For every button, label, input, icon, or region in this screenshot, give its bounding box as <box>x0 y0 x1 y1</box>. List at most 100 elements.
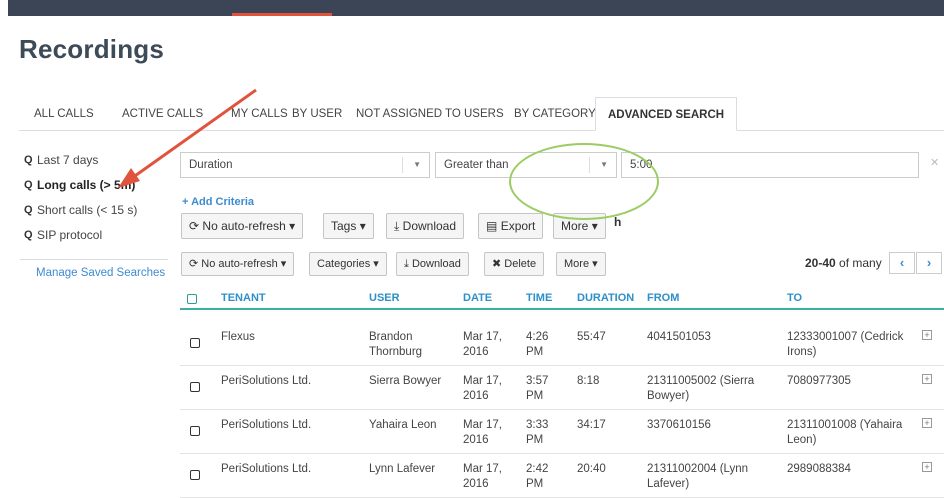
caret-down-icon: ▾ <box>359 219 366 233</box>
row-checkbox[interactable] <box>190 338 200 348</box>
cell-to: 7080977305 <box>787 375 851 387</box>
next-page-button[interactable]: › <box>916 252 942 274</box>
autorefresh-dropdown[interactable]: ⟳ No auto-refresh ▾ <box>181 252 295 276</box>
categories-dropdown[interactable]: Categories ▾ <box>309 252 387 276</box>
cell-to: 12333001007 (Cedrick Irons) <box>787 331 904 358</box>
delete-button[interactable]: ✖ Delete <box>484 252 545 276</box>
table-row[interactable]: PeriSolutions Ltd. Yahaira Leon Mar 17, … <box>180 410 944 454</box>
cell-from: 4041501053 <box>647 331 711 343</box>
row-checkbox[interactable] <box>190 382 200 392</box>
saved-search-label: Long calls (> 5m) <box>37 177 136 192</box>
cell-time: 3:57 PM <box>526 375 549 402</box>
col-tenant[interactable]: TENANT <box>221 292 266 304</box>
table-row[interactable]: PeriSolutions Ltd. Sierra Bowyer Mar 17,… <box>180 366 944 410</box>
cell-date: Mar 17, 2016 <box>463 419 502 446</box>
close-icon: ✖ <box>492 258 502 270</box>
export-button[interactable]: ▤ Export <box>478 213 544 239</box>
cell-duration: 34:17 <box>577 419 606 431</box>
tags-dropdown[interactable]: Tags ▾ <box>323 213 374 239</box>
pagination-of-label: of many <box>839 256 882 270</box>
cell-user: Yahaira Leon <box>369 419 437 431</box>
truncated-text: h <box>614 215 622 229</box>
saved-searches-sidebar: Q Last 7 days Q Long calls (> 5m) Q Shor… <box>24 150 170 250</box>
search-icon: Q <box>24 228 33 241</box>
cell-duration: 20:40 <box>577 463 606 475</box>
criteria-field-select[interactable]: Duration ▼ <box>180 152 430 178</box>
refresh-icon: ⟳ <box>189 258 199 270</box>
tab-advanced-search[interactable]: ADVANCED SEARCH <box>595 97 738 131</box>
cell-date: Mar 17, 2016 <box>463 375 502 402</box>
tab-bar: ALL CALLS ACTIVE CALLS MY CALLS BY USER … <box>19 97 944 131</box>
active-nav-indicator <box>232 13 332 16</box>
add-criteria-link[interactable]: + Add Criteria <box>182 196 254 208</box>
table-row[interactable]: PeriSolutions Ltd. Lynn Lafever Mar 17, … <box>180 454 944 498</box>
chevron-down-icon: ▼ <box>413 160 421 169</box>
saved-search-short-calls[interactable]: Q Short calls (< 15 s) <box>24 200 170 219</box>
cell-time: 3:33 PM <box>526 419 549 446</box>
criteria-operator-value: Greater than <box>444 159 509 171</box>
search-icon: Q <box>24 178 33 191</box>
col-time[interactable]: TIME <box>526 292 552 304</box>
row-checkbox[interactable] <box>190 426 200 436</box>
col-user[interactable]: USER <box>369 292 400 304</box>
tags-label: Tags <box>331 219 357 233</box>
tab-by-category[interactable]: BY CATEGORY <box>514 97 596 131</box>
prev-page-button[interactable]: ‹ <box>889 252 915 274</box>
download-label: Download <box>402 219 457 233</box>
annotation-highlight-ellipse <box>509 143 659 220</box>
categories-label: Categories <box>317 258 371 270</box>
caret-down-icon: ▾ <box>289 219 296 233</box>
saved-search-long-calls[interactable]: Q Long calls (> 5m) <box>24 175 170 194</box>
tab-active-calls[interactable]: ACTIVE CALLS <box>122 97 203 131</box>
cell-tenant: PeriSolutions Ltd. <box>221 463 312 475</box>
chevron-left-icon: ‹ <box>899 255 905 270</box>
download-button[interactable]: ⤓ Download <box>396 252 469 276</box>
pagination-range: 20-40 <box>805 256 836 270</box>
chevron-right-icon: › <box>926 255 932 270</box>
col-to[interactable]: TO <box>787 292 802 304</box>
saved-search-label: Last 7 days <box>37 152 99 167</box>
caret-down-icon: ▾ <box>592 258 598 270</box>
download-icon: ⤓ <box>394 219 400 233</box>
col-duration[interactable]: DURATION <box>577 292 634 304</box>
tab-my-calls[interactable]: MY CALLS <box>231 97 288 131</box>
cell-time: 2:42 PM <box>526 463 549 490</box>
remove-criteria-icon[interactable]: ✕ <box>930 156 939 169</box>
manage-saved-searches-link[interactable]: Manage Saved Searches <box>36 267 165 279</box>
more-label: More <box>564 258 590 270</box>
autorefresh-label: No auto-refresh <box>201 258 278 270</box>
tab-not-assigned[interactable]: NOT ASSIGNED TO USERS <box>356 97 504 131</box>
expand-row-icon[interactable]: + <box>922 374 932 384</box>
expand-row-icon[interactable]: + <box>922 462 932 472</box>
autorefresh-dropdown-upper[interactable]: ⟳ No auto-refresh ▾ <box>181 213 304 239</box>
caret-down-icon: ▾ <box>373 258 379 270</box>
page-title: Recordings <box>19 34 165 64</box>
col-date[interactable]: DATE <box>463 292 492 304</box>
expand-row-icon[interactable]: + <box>922 418 932 428</box>
criteria-value-input[interactable] <box>621 152 919 178</box>
select-all-checkbox[interactable] <box>187 294 197 304</box>
cell-date: Mar 17, 2016 <box>463 331 502 358</box>
download-button-upper[interactable]: ⤓ Download <box>386 213 465 239</box>
cell-user: Lynn Lafever <box>369 463 436 475</box>
cell-to: 21311001008 (Yahaira Leon) <box>787 419 903 446</box>
cell-from: 3370610156 <box>647 419 711 431</box>
cell-to: 2989088384 <box>787 463 851 475</box>
row-checkbox[interactable] <box>190 470 200 480</box>
saved-search-last-7-days[interactable]: Q Last 7 days <box>24 150 170 169</box>
col-from[interactable]: FROM <box>647 292 679 304</box>
search-icon: Q <box>24 153 33 166</box>
expand-row-icon[interactable]: + <box>922 330 932 340</box>
caret-down-icon: ▾ <box>591 219 598 233</box>
cell-duration: 55:47 <box>577 331 606 343</box>
tab-by-user[interactable]: BY USER <box>292 97 342 131</box>
cell-user: Brandon Thornburg <box>369 331 423 358</box>
top-nav-bar <box>8 0 944 16</box>
more-dropdown[interactable]: More ▾ <box>556 252 606 276</box>
cell-tenant: Flexus <box>221 331 255 343</box>
saved-search-sip-protocol[interactable]: Q SIP protocol <box>24 225 170 244</box>
table-row[interactable]: Flexus Brandon Thornburg Mar 17, 2016 4:… <box>180 322 944 366</box>
tab-all-calls[interactable]: ALL CALLS <box>34 97 94 131</box>
pagination-count: 20-40 of many <box>805 256 882 270</box>
saved-search-label: Short calls (< 15 s) <box>37 202 138 217</box>
